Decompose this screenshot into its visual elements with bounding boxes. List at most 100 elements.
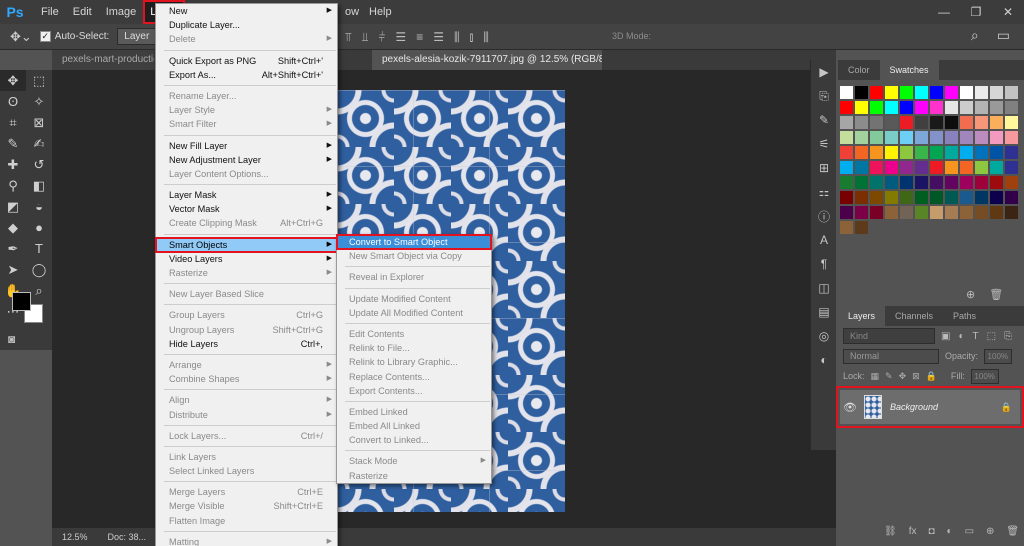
visibility-eye-icon[interactable]: 👁: [840, 401, 860, 414]
submenu-item-reveal-in-explorer[interactable]: Reveal in Explorer: [337, 270, 491, 284]
color-swatch[interactable]: [975, 116, 988, 129]
submenu-item-edit-contents[interactable]: Edit Contents: [337, 327, 491, 341]
submenu-item-update-all-modified-content[interactable]: Update All Modified Content: [337, 306, 491, 320]
new-layer-icon[interactable]: ⊕: [986, 526, 994, 537]
color-swatch[interactable]: [990, 116, 1003, 129]
color-swatch[interactable]: [990, 161, 1003, 174]
color-swatch[interactable]: [900, 146, 913, 159]
menu-item-rename-layer[interactable]: Rename Layer...: [156, 89, 337, 103]
layer-background[interactable]: 👁 Background 🔒: [836, 386, 1024, 428]
color-swatch[interactable]: [1005, 206, 1018, 219]
menu-item-smart-filter[interactable]: Smart Filter ▶: [156, 117, 337, 131]
marquee-tool-icon[interactable]: ⬚: [26, 70, 52, 91]
color-swatch[interactable]: [960, 116, 973, 129]
color-swatch[interactable]: [975, 161, 988, 174]
menu-item-new-layer-based-slice[interactable]: New Layer Based Slice: [156, 287, 337, 301]
color-swatch[interactable]: [975, 131, 988, 144]
color-swatch[interactable]: [855, 161, 868, 174]
menu-item-video-layers[interactable]: Video Layers ▶: [156, 252, 337, 266]
color-swatch[interactable]: [945, 161, 958, 174]
color-swatch[interactable]: [885, 86, 898, 99]
eraser-tool-icon[interactable]: ◩: [0, 196, 26, 217]
crop-tool-icon[interactable]: ⌗: [0, 112, 26, 133]
color-swatch[interactable]: [990, 146, 1003, 159]
color-swatch[interactable]: [855, 101, 868, 114]
color-swatch[interactable]: [945, 86, 958, 99]
new-swatch-icon[interactable]: ⊕: [966, 288, 975, 301]
color-swatch[interactable]: [840, 86, 853, 99]
color-swatch[interactable]: [915, 101, 928, 114]
menu-item-layer-style[interactable]: Layer Style ▶: [156, 103, 337, 117]
color-swatch[interactable]: [885, 116, 898, 129]
3d-icon[interactable]: ◎: [811, 324, 837, 348]
color-swatch[interactable]: [900, 161, 913, 174]
paragraph-icon[interactable]: ¶: [811, 252, 837, 276]
color-swatch[interactable]: [960, 176, 973, 189]
history-brush-icon[interactable]: ↺: [26, 154, 52, 175]
color-swatch[interactable]: [990, 86, 1003, 99]
color-swatch[interactable]: [915, 176, 928, 189]
menu-help[interactable]: Help: [362, 0, 399, 24]
tab-paths[interactable]: Paths: [943, 306, 986, 326]
menu-item-lock-layers[interactable]: Lock Layers... Ctrl+/: [156, 429, 337, 443]
color-swatch[interactable]: [930, 176, 943, 189]
color-swatch[interactable]: [930, 86, 943, 99]
color-swatch[interactable]: [945, 146, 958, 159]
color-swatch[interactable]: [885, 206, 898, 219]
submenu-item-update-modified-content[interactable]: Update Modified Content: [337, 292, 491, 306]
menu-item-smart-objects[interactable]: Smart Objects ▶: [155, 236, 338, 253]
color-swatch[interactable]: [915, 191, 928, 204]
pixel-filter-icon[interactable]: ▣: [941, 331, 950, 342]
restore-button[interactable]: ❐: [960, 0, 992, 24]
dodge-tool-icon[interactable]: ●: [26, 217, 52, 238]
tab-layers[interactable]: Layers: [838, 306, 886, 326]
menu-item-merge-visible[interactable]: Merge Visible Shift+Ctrl+E: [156, 499, 337, 513]
menu-item-new-adjustment-layer[interactable]: New Adjustment Layer ▶: [156, 153, 337, 167]
color-swatch[interactable]: [855, 146, 868, 159]
adjust-filter-icon[interactable]: ◐: [958, 331, 964, 342]
color-swatch[interactable]: [870, 146, 883, 159]
auto-select-toggle[interactable]: ✓ Auto-Select:: [39, 31, 109, 42]
brush-panel-icon[interactable]: ✎: [811, 108, 837, 132]
menu-item-export-as[interactable]: Export As... Alt+Shift+Ctrl+': [156, 68, 337, 82]
smart-filter-icon[interactable]: ⎘: [1004, 331, 1012, 342]
color-swatch[interactable]: [840, 146, 853, 159]
color-swatch[interactable]: [900, 86, 913, 99]
color-swatch[interactable]: [870, 176, 883, 189]
menu-item-select-linked-layers[interactable]: Select Linked Layers: [156, 464, 337, 478]
color-swatch[interactable]: [960, 161, 973, 174]
auto-select-dropdown[interactable]: Layer: [117, 28, 158, 45]
blur-tool-icon[interactable]: ◆: [0, 217, 26, 238]
lock-artboard-icon[interactable]: ⊠: [912, 371, 920, 382]
color-swatch[interactable]: [855, 176, 868, 189]
menu-item-arrange[interactable]: Arrange ▶: [156, 358, 337, 372]
color-swatch[interactable]: [930, 131, 943, 144]
actions-icon[interactable]: ⚏: [811, 180, 837, 204]
align-middle-icon[interactable]: ⫫: [362, 30, 369, 45]
menu-item-new[interactable]: New ▶: [156, 4, 337, 18]
menu-item-distribute[interactable]: Distribute ▶: [156, 408, 337, 422]
color-swatch[interactable]: [900, 101, 913, 114]
color-swatch[interactable]: [855, 221, 868, 234]
color-swatch[interactable]: [870, 86, 883, 99]
menu-item-new-fill-layer[interactable]: New Fill Layer ▶: [156, 139, 337, 153]
delete-layer-icon[interactable]: 🗑: [1006, 526, 1019, 537]
submenu-item-relink-to-file[interactable]: Relink to File...: [337, 341, 491, 355]
color-swatch[interactable]: [945, 191, 958, 204]
color-swatch[interactable]: [960, 191, 973, 204]
color-swatch[interactable]: [870, 206, 883, 219]
type-tool-icon[interactable]: T: [26, 238, 52, 259]
menu-item-delete[interactable]: Delete ▶: [156, 32, 337, 46]
close-button[interactable]: ✕: [992, 0, 1024, 24]
color-swatch[interactable]: [885, 191, 898, 204]
color-swatch[interactable]: [1005, 86, 1018, 99]
menu-item-group-layers[interactable]: Group Layers Ctrl+G: [156, 308, 337, 322]
align-bottom-icon[interactable]: ⫩: [379, 30, 386, 45]
menu-item-ungroup-layers[interactable]: Ungroup Layers Shift+Ctrl+G: [156, 323, 337, 337]
clone-source-icon[interactable]: ⊞: [811, 156, 837, 180]
color-swatch[interactable]: [1005, 101, 1018, 114]
color-swatch[interactable]: [855, 191, 868, 204]
menu-item-layer-mask[interactable]: Layer Mask ▶: [156, 188, 337, 202]
menu-item-hide-layers[interactable]: Hide Layers Ctrl+,: [156, 337, 337, 351]
menu-file[interactable]: File: [34, 0, 66, 24]
